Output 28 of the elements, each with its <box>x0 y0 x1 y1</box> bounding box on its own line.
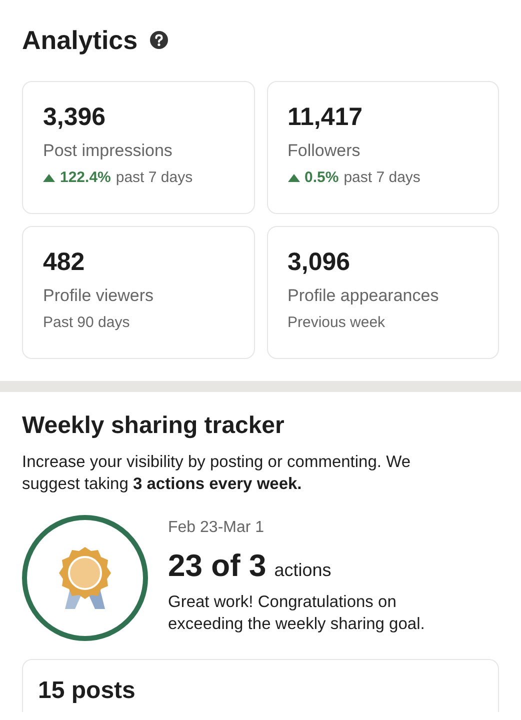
stat-label: Post impressions <box>43 141 172 161</box>
period-label: Previous week <box>288 314 386 332</box>
stat-card[interactable]: 11,417 Followers 0.5% past 7 days <box>266 81 499 214</box>
help-icon[interactable] <box>150 31 168 49</box>
change-percent: 0.5% <box>304 169 339 187</box>
period-label: past 7 days <box>344 169 420 187</box>
stat-label: Followers <box>288 141 360 161</box>
posts-count: 15 posts <box>38 676 136 706</box>
date-range: Feb 23-Mar 1 <box>168 518 264 538</box>
stat-value: 3,396 <box>43 102 106 132</box>
description-text: Increase your visibility by posting or commenting. We suggest taking 3 actions every week. <box>22 452 412 495</box>
stat-card[interactable]: 482 Profile viewers Past 90 days <box>22 226 254 359</box>
change-percent: 122.4% <box>60 169 111 187</box>
stat-value: 482 <box>43 247 85 277</box>
stat-label: Profile appearances <box>288 286 439 306</box>
section-title: Weekly sharing tracker <box>22 411 286 441</box>
action-count: 23 of 3 <box>168 548 266 584</box>
stat-label: Profile viewers <box>43 286 154 306</box>
stat-value: 3,096 <box>288 247 350 277</box>
award-ribbon-icon <box>59 547 111 609</box>
stat-value: 11,417 <box>288 102 363 132</box>
period-label: past 7 days <box>116 169 193 187</box>
unit-label: actions <box>274 560 332 581</box>
status-message: Great work! Congratulations on exceeding the weekly sharing goal. <box>168 592 426 635</box>
stat-card[interactable]: 3,396 Post impressions 122.4% past 7 days <box>22 81 254 214</box>
section-title: Analytics <box>22 24 138 56</box>
stat-card[interactable]: 3,096 Profile appearances Previous week <box>266 226 499 359</box>
period-label: Past 90 days <box>43 314 130 332</box>
